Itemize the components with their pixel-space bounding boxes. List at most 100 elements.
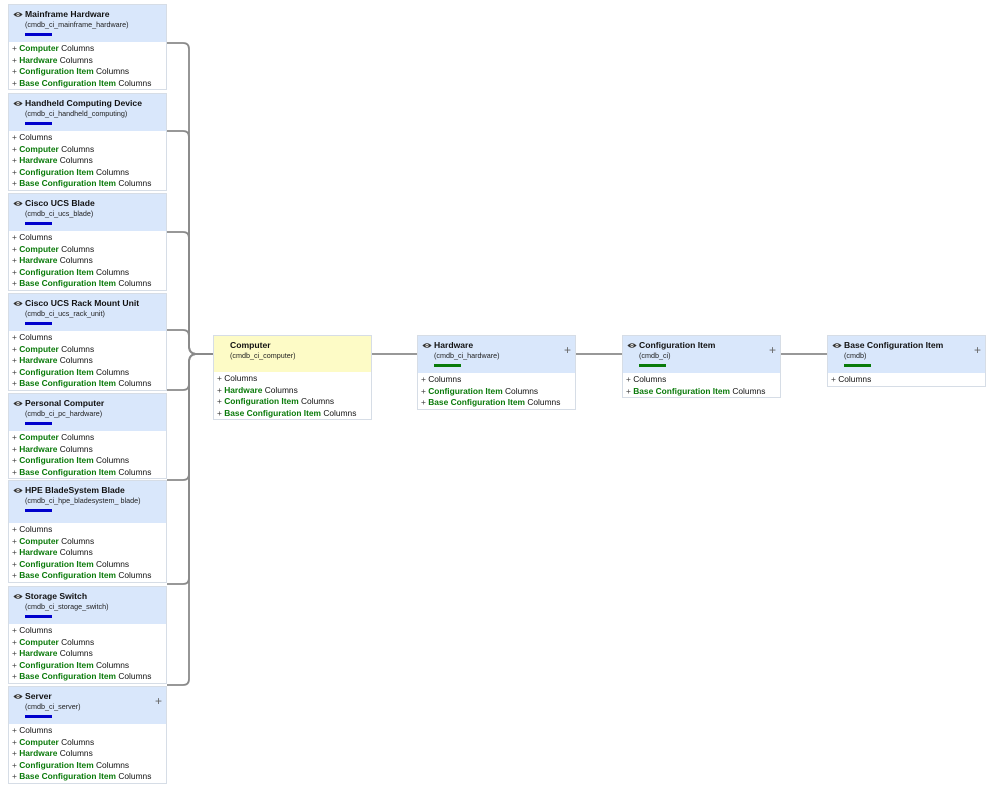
column-group-base-configuration-item[interactable]: + Base Configuration Item Columns: [421, 397, 575, 409]
eye-icon[interactable]: [13, 592, 23, 599]
column-group-hardware[interactable]: + Hardware Columns: [12, 55, 166, 67]
card-header[interactable]: Cisco UCS Rack Mount Unit (cmdb_ci_ucs_ra…: [9, 294, 166, 331]
column-group-base-configuration-item[interactable]: + Base Configuration Item Columns: [12, 78, 166, 90]
card-header[interactable]: Personal Computer (cmdb_ci_pc_hardware): [9, 394, 166, 431]
table-card-hpe-blade[interactable]: HPE BladeSystem Blade (cmdb_ci_hpe_blades…: [8, 480, 167, 583]
column-group-configuration-item[interactable]: + Configuration Item Columns: [12, 167, 166, 179]
column-group-base-configuration-item[interactable]: + Base Configuration Item Columns: [12, 467, 166, 479]
table-card-base-config-item[interactable]: Base Configuration Item (cmdb) + + Columns: [827, 335, 986, 387]
card-header[interactable]: Hardware (cmdb_ci_hardware) +: [418, 336, 575, 373]
eye-icon[interactable]: [13, 99, 23, 106]
column-group-configuration-item[interactable]: + Configuration Item Columns: [12, 367, 166, 379]
column-group-own[interactable]: + Columns: [12, 625, 166, 637]
card-title: Configuration Item: [639, 340, 716, 350]
expand-plus-icon[interactable]: +: [564, 344, 571, 356]
column-group-label: Columns: [118, 570, 152, 580]
expand-plus-icon[interactable]: +: [974, 344, 981, 356]
column-group-hardware[interactable]: + Hardware Columns: [217, 385, 371, 397]
card-header[interactable]: Cisco UCS Blade (cmdb_ci_ucs_blade): [9, 194, 166, 231]
column-group-hardware[interactable]: + Hardware Columns: [12, 155, 166, 167]
table-card-mainframe[interactable]: Mainframe Hardware (cmdb_ci_mainframe_har…: [8, 4, 167, 90]
column-group-own[interactable]: + Columns: [12, 332, 166, 344]
column-group-base-configuration-item[interactable]: + Base Configuration Item Columns: [626, 386, 780, 398]
column-group-class: Base Configuration Item: [19, 771, 117, 781]
table-card-ucs-rack[interactable]: Cisco UCS Rack Mount Unit (cmdb_ci_ucs_ra…: [8, 293, 167, 391]
column-group-base-configuration-item[interactable]: + Base Configuration Item Columns: [12, 278, 166, 290]
column-group-computer[interactable]: + Computer Columns: [12, 432, 166, 444]
column-group-configuration-item[interactable]: + Configuration Item Columns: [12, 66, 166, 78]
column-group-configuration-item[interactable]: + Configuration Item Columns: [421, 386, 575, 398]
expand-plus-icon[interactable]: +: [155, 695, 162, 707]
eye-icon[interactable]: [13, 692, 23, 699]
table-card-computer[interactable]: Computer (cmdb_ci_computer) + Columns + Har…: [213, 335, 372, 420]
table-card-config-item[interactable]: Configuration Item (cmdb_ci) + + Columns + B…: [622, 335, 781, 398]
card-header[interactable]: Handheld Computing Device (cmdb_ci_handhe…: [9, 94, 166, 131]
column-group-configuration-item[interactable]: + Configuration Item Columns: [12, 559, 166, 571]
card-color-bar: [25, 615, 52, 618]
column-group-own[interactable]: + Columns: [12, 232, 166, 244]
column-group-own[interactable]: + Columns: [12, 725, 166, 737]
column-group-computer[interactable]: + Computer Columns: [12, 637, 166, 649]
column-group-own[interactable]: + Columns: [831, 374, 985, 386]
column-group-configuration-item[interactable]: + Configuration Item Columns: [12, 760, 166, 772]
connector-hpe-blade-to-computer: [167, 353, 213, 481]
column-group-label: Columns: [96, 759, 130, 770]
column-group-hardware[interactable]: + Hardware Columns: [12, 444, 166, 456]
card-header[interactable]: Configuration Item (cmdb_ci) +: [623, 336, 780, 373]
table-card-storage[interactable]: Storage Switch (cmdb_ci_storage_switch) + …: [8, 586, 167, 684]
eye-icon[interactable]: [13, 10, 23, 17]
table-card-pc[interactable]: Personal Computer (cmdb_ci_pc_hardware) + …: [8, 393, 167, 479]
column-group-computer[interactable]: + Computer Columns: [12, 344, 166, 356]
card-header[interactable]: Storage Switch (cmdb_ci_storage_switch): [9, 587, 166, 624]
column-group-class: Base Configuration Item: [19, 378, 117, 388]
column-group-own[interactable]: + Columns: [12, 132, 166, 144]
eye-icon[interactable]: [627, 341, 637, 348]
card-header[interactable]: Server (cmdb_ci_server) +: [9, 687, 166, 724]
column-group-hardware[interactable]: + Hardware Columns: [12, 355, 166, 367]
table-card-hardware[interactable]: Hardware (cmdb_ci_hardware) + + Columns + Co…: [417, 335, 576, 410]
column-group-configuration-item[interactable]: + Configuration Item Columns: [12, 267, 166, 279]
eye-icon[interactable]: [13, 199, 23, 206]
column-group-base-configuration-item[interactable]: + Base Configuration Item Columns: [12, 771, 166, 783]
eye-icon[interactable]: [832, 341, 842, 348]
column-group-configuration-item[interactable]: + Configuration Item Columns: [217, 396, 371, 408]
connector-storage-to-computer: [167, 353, 213, 585]
column-group-base-configuration-item[interactable]: + Base Configuration Item Columns: [12, 378, 166, 390]
card-header[interactable]: Computer (cmdb_ci_computer): [214, 336, 371, 372]
column-group-computer[interactable]: + Computer Columns: [12, 144, 166, 156]
column-group-own[interactable]: + Columns: [217, 373, 371, 385]
column-group-class: Computer: [19, 636, 59, 647]
expand-plus-icon[interactable]: +: [769, 344, 776, 356]
column-group-own[interactable]: + Columns: [421, 374, 575, 386]
eye-icon[interactable]: [13, 299, 23, 306]
card-header[interactable]: Base Configuration Item (cmdb) +: [828, 336, 985, 373]
column-group-base-configuration-item[interactable]: + Base Configuration Item Columns: [12, 570, 166, 582]
card-header[interactable]: HPE BladeSystem Blade (cmdb_ci_hpe_blades…: [9, 481, 166, 523]
table-card-ucs-blade[interactable]: Cisco UCS Blade (cmdb_ci_ucs_blade) + Colu…: [8, 193, 167, 291]
column-group-configuration-item[interactable]: + Configuration Item Columns: [12, 455, 166, 467]
column-group-base-configuration-item[interactable]: + Base Configuration Item Columns: [12, 671, 166, 683]
column-group-computer[interactable]: + Computer Columns: [12, 244, 166, 256]
column-group-class: Hardware: [19, 648, 58, 658]
column-group-own[interactable]: + Columns: [12, 524, 166, 536]
column-group-computer[interactable]: + Computer Columns: [12, 536, 166, 548]
column-group-own[interactable]: + Columns: [626, 374, 780, 386]
table-card-handheld[interactable]: Handheld Computing Device (cmdb_ci_handhe…: [8, 93, 167, 191]
column-group-hardware[interactable]: + Hardware Columns: [12, 255, 166, 267]
table-card-server[interactable]: Server (cmdb_ci_server) + + Columns + Comput…: [8, 686, 167, 784]
column-group-hardware[interactable]: + Hardware Columns: [12, 547, 166, 559]
card-title: Cisco UCS Blade: [25, 198, 95, 208]
column-group-hardware[interactable]: + Hardware Columns: [12, 748, 166, 760]
column-group-class: Base Configuration Item: [428, 397, 526, 407]
column-group-computer[interactable]: + Computer Columns: [12, 737, 166, 749]
eye-icon[interactable]: [13, 399, 23, 406]
column-group-hardware[interactable]: + Hardware Columns: [12, 648, 166, 660]
column-group-base-configuration-item[interactable]: + Base Configuration Item Columns: [12, 178, 166, 190]
card-header[interactable]: Mainframe Hardware (cmdb_ci_mainframe_har…: [9, 5, 166, 42]
eye-icon[interactable]: [422, 341, 432, 348]
eye-icon[interactable]: [13, 486, 23, 493]
column-group-label: Columns: [323, 407, 357, 418]
column-group-computer[interactable]: + Computer Columns: [12, 43, 166, 55]
column-group-base-configuration-item[interactable]: + Base Configuration Item Columns: [217, 408, 371, 420]
column-group-configuration-item[interactable]: + Configuration Item Columns: [12, 660, 166, 672]
